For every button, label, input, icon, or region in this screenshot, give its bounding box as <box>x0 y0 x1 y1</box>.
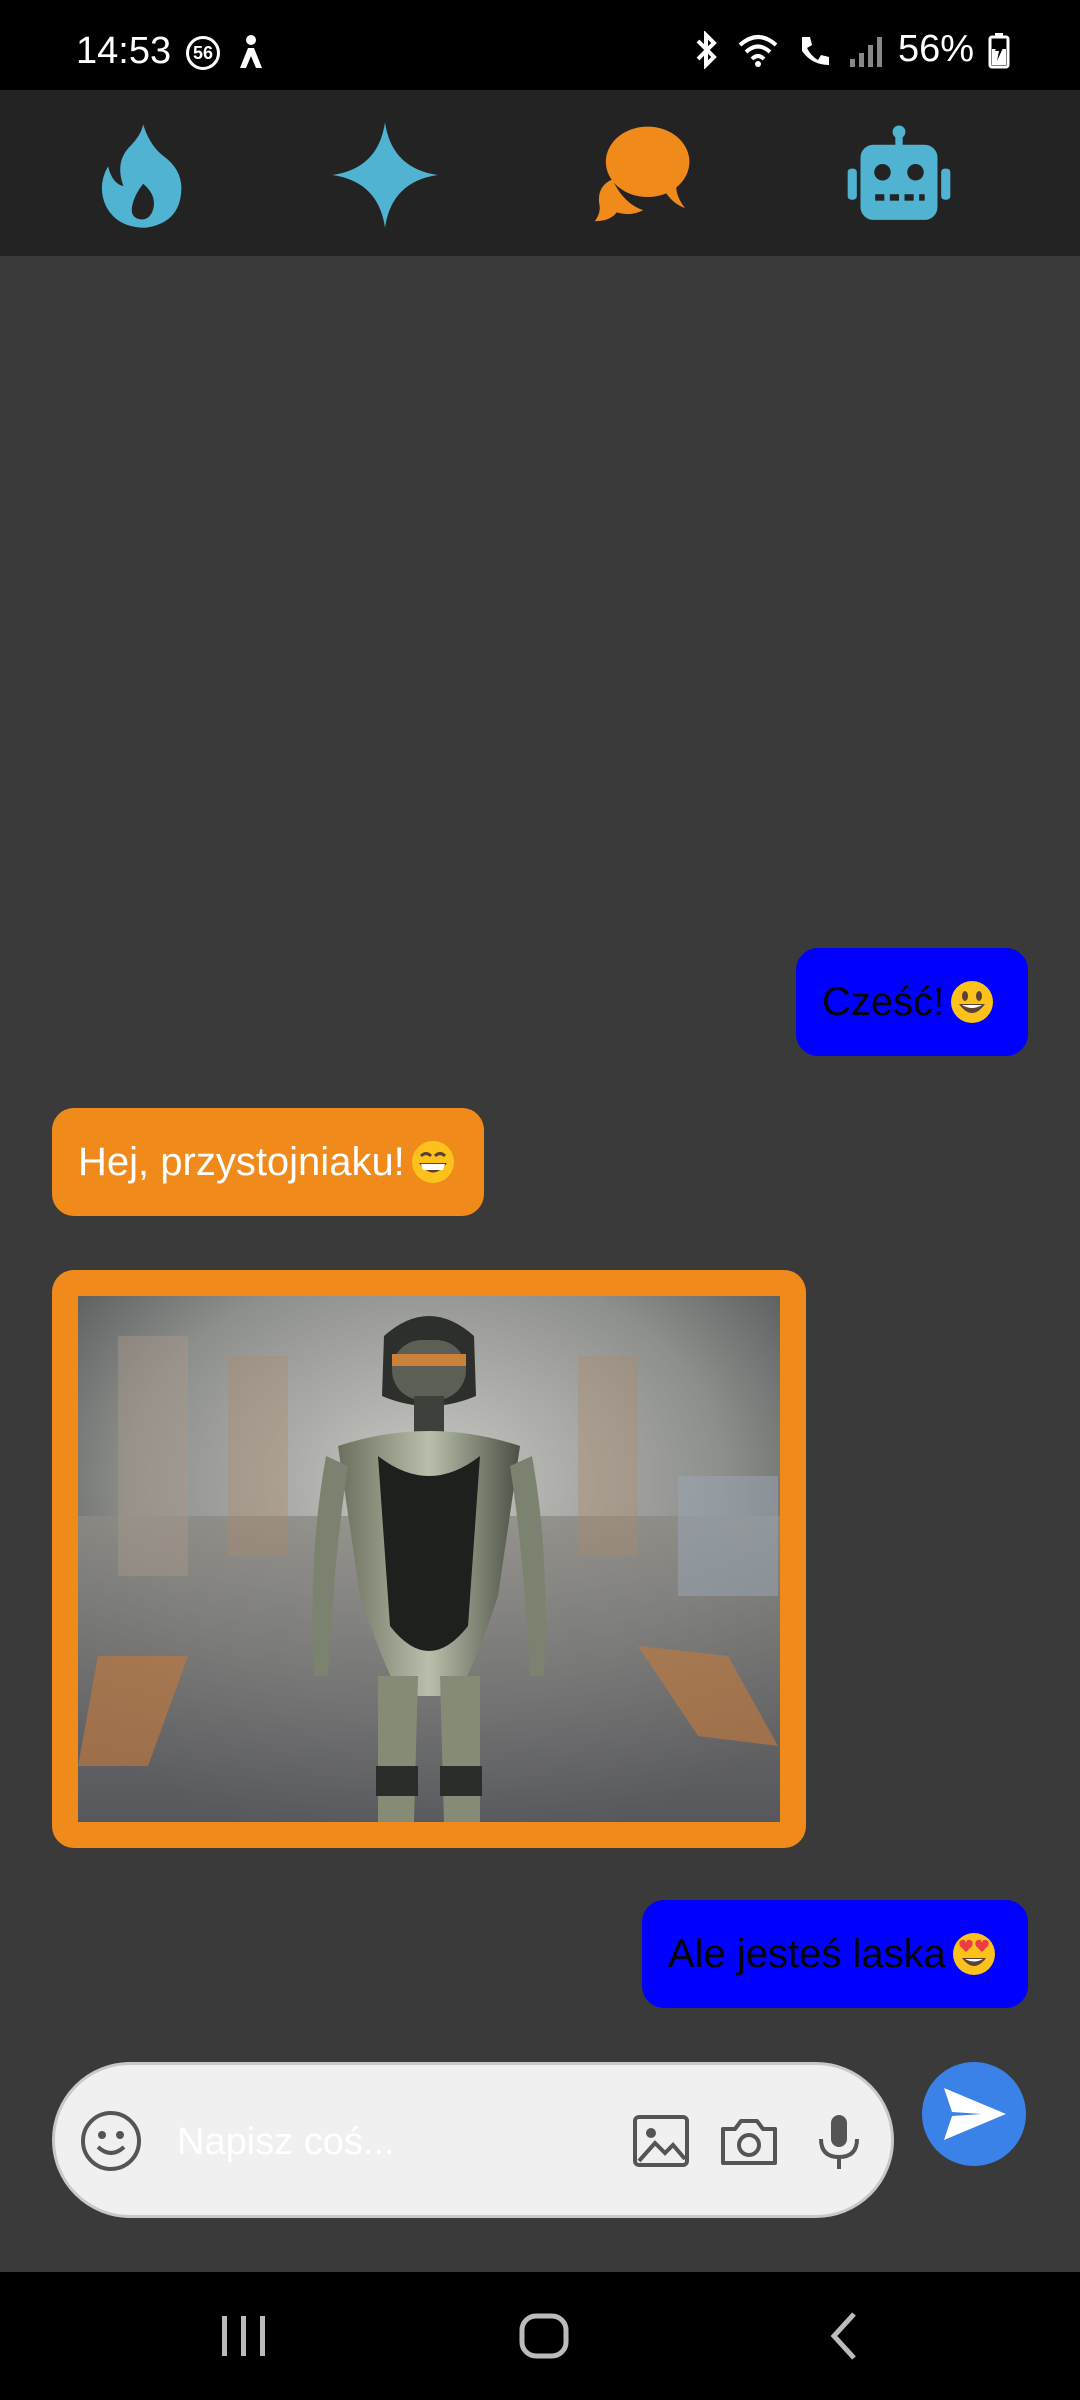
message-composer <box>52 2062 894 2218</box>
message-text: Hej, przystojniaku! <box>78 1139 405 1184</box>
wifi-call-icon <box>801 36 829 65</box>
grinning-face-icon <box>951 981 994 1023</box>
back-icon[interactable] <box>816 2306 876 2366</box>
top-navigation <box>0 90 1080 256</box>
chat-screen: 14:53 56 56% Cześć! Hej, przystojniaku! … <box>0 0 1080 2400</box>
status-time: 14:53 <box>76 30 172 72</box>
message-image-bubble[interactable] <box>52 1270 806 1848</box>
chat-bubbles-icon[interactable] <box>586 120 696 230</box>
accessibility-icon <box>236 34 266 70</box>
bluetooth-icon <box>696 30 717 69</box>
gallery-icon[interactable] <box>629 2109 693 2173</box>
message-input[interactable] <box>175 2111 639 2173</box>
battery-percent: 56% <box>897 28 974 70</box>
system-navigation-bar <box>0 2272 1080 2400</box>
heart-eyes-face-icon <box>952 1933 995 1975</box>
send-button[interactable] <box>922 2062 1026 2166</box>
wifi-icon <box>738 34 778 67</box>
flame-icon[interactable] <box>86 120 196 230</box>
send-icon <box>944 2088 1006 2140</box>
status-bar: 14:53 56 56% <box>0 0 1080 90</box>
home-icon[interactable] <box>514 2306 574 2366</box>
beaming-face-icon <box>411 1141 454 1183</box>
camera-icon[interactable] <box>717 2109 781 2173</box>
recent-apps-icon[interactable] <box>214 2306 274 2366</box>
android-woman-image[interactable] <box>78 1296 780 1822</box>
message-bubble-bot: Hej, przystojniaku! <box>52 1108 484 1216</box>
microphone-icon[interactable] <box>807 2109 871 2173</box>
sparkle-icon[interactable] <box>330 120 440 230</box>
message-bubble-user: Ale jesteś laska <box>642 1900 1028 2008</box>
status-right: 56% <box>692 28 1010 71</box>
message-text: Cześć! <box>822 979 945 1024</box>
signal-icon <box>849 36 882 67</box>
notification-badge: 56 <box>186 36 220 70</box>
emoji-icon[interactable] <box>79 2109 143 2173</box>
robot-icon[interactable] <box>844 120 954 230</box>
message-bubble-user: Cześć! <box>796 948 1028 1056</box>
battery-charging-icon <box>988 32 1010 68</box>
message-text: Ale jesteś laska <box>668 1931 946 1976</box>
